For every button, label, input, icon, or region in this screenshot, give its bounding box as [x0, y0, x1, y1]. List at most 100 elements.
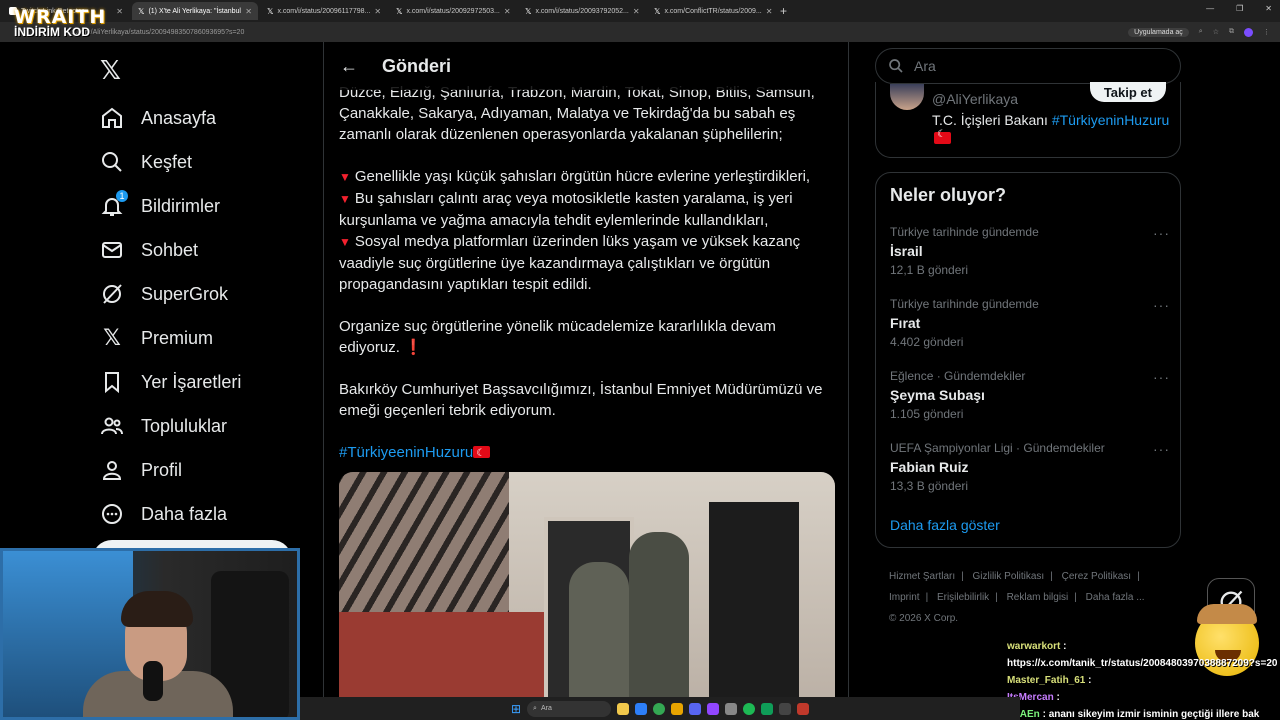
author-handle[interactable]: @AliYerlikaya [932, 91, 1018, 107]
tab-close-icon[interactable]: ✕ [374, 7, 381, 16]
footer-link[interactable]: Erişilebilirlik [937, 592, 989, 603]
menu-icon[interactable]: ⋮ [1263, 28, 1270, 36]
sidebar-item-supergrok[interactable]: SuperGrok [100, 272, 241, 316]
back-arrow-icon[interactable]: ← [340, 56, 358, 77]
grok-icon [100, 282, 124, 306]
sidebar-item-label: Topluluklar [141, 415, 228, 436]
footer-link[interactable]: Hizmet Şartları [889, 571, 955, 582]
browser-tab-6[interactable]: 𝕏x.com/ConflictTR/status/2009... ✕ [648, 2, 774, 20]
taskbar-app-icon[interactable] [671, 702, 684, 715]
maximize-icon[interactable]: ❐ [1236, 4, 1243, 13]
sidebar-item-label: Sohbet [141, 239, 199, 260]
trend-item[interactable]: Eğlence · Gündemdekiler Şeyma Subaşı 1.1… [890, 369, 1170, 435]
footer-links: Hizmet Şartları | Gizlilik Politikası | Çe… [889, 566, 1179, 629]
post-bullet-2: Bu şahısları çalıntı araç veya motosikle… [339, 190, 793, 229]
taskbar-app-icon[interactable] [635, 702, 648, 715]
browser-tab-4[interactable]: 𝕏x.com/i/status/20092972503... ✕ [390, 2, 516, 20]
footer-link[interactable]: Çerez Politikası [1062, 571, 1131, 582]
taskbar-app-icon[interactable] [653, 702, 666, 715]
red-triangle-icon: ▼ [339, 170, 351, 184]
sidebar-item-label: Bildirimler [141, 195, 221, 216]
taskbar-app-icon[interactable] [797, 702, 810, 715]
sidebar-item-bookmarks[interactable]: Yer İşaretleri [100, 360, 241, 404]
taskbar-search[interactable]: ⌕ Ara [527, 700, 612, 717]
chat-text: ananı sikeyim izmir isminin geçtiği ille… [1048, 709, 1260, 720]
sidebar-item-chat[interactable]: Sohbet [100, 228, 241, 272]
more-options-icon[interactable]: ··· [1153, 369, 1170, 385]
taskbar-app-icon[interactable] [707, 702, 720, 715]
footer-link[interactable]: Reklam bilgisi [1007, 592, 1069, 603]
footer-separator: | [995, 592, 998, 603]
red-triangle-icon: ▼ [339, 192, 351, 206]
more-options-icon[interactable]: ··· [1153, 225, 1170, 241]
post-bullet-list: ▼ Genellikle yaşı küçük şahısları örgütün… [339, 166, 835, 295]
browser-tab-3[interactable]: 𝕏x.com/i/status/20096117798... ✕ [261, 2, 387, 20]
sidebar-item-profile[interactable]: Profil [100, 448, 241, 492]
post-paragraph-3: Bakırköy Cumhuriyet Başsavcılığımızı, İs… [339, 381, 823, 419]
sidebar-item-premium[interactable]: 𝕏 Premium [100, 316, 241, 360]
x-favicon-icon: 𝕏 [138, 6, 145, 16]
tab-close-icon[interactable]: ✕ [633, 7, 640, 16]
search-input[interactable] [914, 58, 1164, 74]
search-box[interactable] [875, 48, 1181, 84]
sidebar-item-home[interactable]: Anasayfa [100, 96, 241, 140]
windows-start-icon[interactable]: ⊞ [511, 702, 521, 716]
trend-item[interactable]: Türkiye tarihinde gündemde Fırat 4.402 g… [890, 297, 1170, 363]
browser-tab-5[interactable]: 𝕏x.com/i/status/20093792052... ✕ [519, 2, 645, 20]
chat-message: Master_Fatih_61 : [1007, 672, 1277, 689]
profile-avatar[interactable] [1244, 27, 1253, 37]
sidebar-item-explore[interactable]: Keşfet [100, 140, 241, 184]
footer-link[interactable]: Daha fazla ... [1086, 592, 1145, 603]
author-avatar[interactable] [890, 84, 924, 110]
zoom-icon[interactable]: ⌕ [1199, 28, 1203, 36]
x-logo-icon[interactable]: 𝕏 [100, 55, 121, 86]
taskbar-app-icon[interactable] [779, 702, 792, 715]
taskbar-app-icon[interactable] [725, 702, 738, 715]
trends-panel: Neler oluyor? Türkiye tarihinde gündemde… [875, 172, 1181, 548]
video-scene-door [709, 502, 799, 720]
exclamation-icon: ❗ [404, 339, 423, 356]
star-icon[interactable]: ☆ [1213, 28, 1219, 36]
trend-context: Eğlence · Gündemdekiler [890, 369, 1026, 383]
taskbar-app-icon[interactable] [689, 702, 702, 715]
tab-close-icon[interactable]: ✕ [245, 7, 252, 16]
chat-colon: : [1060, 641, 1067, 652]
tab-close-icon[interactable]: ✕ [766, 7, 773, 16]
more-icon [100, 502, 124, 526]
taskbar-app-icon[interactable] [761, 702, 774, 715]
trend-item[interactable]: Türkiye tarihinde gündemde İsrail 12,1 B… [890, 225, 1170, 291]
x-icon: 𝕏 [103, 325, 121, 350]
minimize-icon[interactable]: — [1206, 4, 1214, 13]
new-tab-icon[interactable]: + [780, 4, 787, 18]
home-icon [100, 106, 124, 130]
video-scene-officer [629, 532, 689, 720]
footer-link[interactable]: Gizlilik Politikası [973, 571, 1045, 582]
more-options-icon[interactable]: ··· [1153, 297, 1170, 313]
footer-link[interactable]: Imprint [889, 592, 920, 603]
post-video[interactable] [339, 472, 835, 720]
post-detail-column: ← Gönderi Düzce, Elazığ, Şanlıurfa, Trab… [323, 42, 849, 720]
extensions-icon[interactable]: ⧉ [1229, 28, 1234, 36]
taskbar-app-icon[interactable] [743, 702, 756, 715]
follow-button[interactable]: Takip et [1089, 82, 1166, 102]
turkey-flag-icon [473, 443, 491, 464]
sidebar-item-more[interactable]: Daha fazla [100, 492, 241, 536]
open-in-app-pill[interactable]: Uygulamada aç [1128, 27, 1189, 37]
more-options-icon[interactable]: ··· [1153, 441, 1170, 457]
show-more-link[interactable]: Daha fazla göster [890, 517, 1000, 533]
browser-tab-2[interactable]: 𝕏 (1) X'te Ali Yerlikaya: "İstanbul ✕ [132, 2, 258, 20]
window-close-icon[interactable]: ✕ [1265, 4, 1272, 13]
post-hashtag-link[interactable]: #TürkiyeeninHuzuru [339, 444, 473, 461]
address-bar[interactable]: x.com/AliYerlikaya/status/20094983507860… [0, 22, 1280, 42]
trend-item[interactable]: UEFA Şampiyonlar Ligi · Gündemdekiler Fa… [890, 441, 1170, 507]
tab-close-icon[interactable]: ✕ [116, 7, 123, 16]
taskbar-app-icon[interactable] [617, 702, 630, 715]
sidebar-item-communities[interactable]: Topluluklar [100, 404, 241, 448]
bio-hashtag-link[interactable]: #TürkiyeninHuzuru [1052, 112, 1170, 128]
chat-message: warwarkort : [1007, 638, 1277, 655]
footer-separator: | [1074, 592, 1077, 603]
tab-close-icon[interactable]: ✕ [504, 7, 511, 16]
red-triangle-icon: ▼ [339, 235, 351, 249]
sidebar-item-notifications[interactable]: 1 Bildirimler [100, 184, 241, 228]
webcam-overlay [0, 548, 300, 720]
